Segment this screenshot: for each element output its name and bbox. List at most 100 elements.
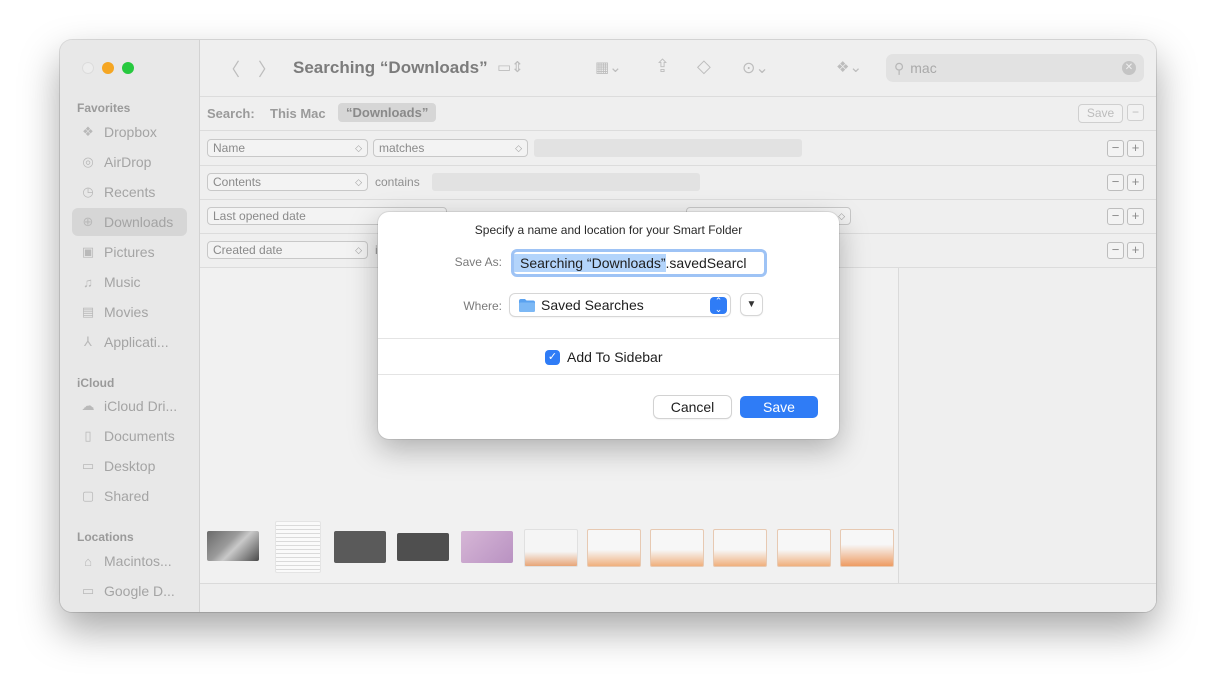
file-thumbnail[interactable] (713, 529, 767, 567)
music-icon: ♫ (83, 274, 93, 290)
criteria-row-buttons: − + (1107, 208, 1144, 225)
sidebar-item-applications[interactable]: ⅄ Applicati... (72, 328, 187, 356)
operator-label: matches (379, 141, 425, 155)
sidebar-item-movies[interactable]: ▤ Movies (72, 298, 187, 326)
search-scope-bar: Search: This Mac “Downloads” Save − (200, 97, 1156, 131)
criteria-row-buttons: − + (1107, 242, 1144, 259)
sidebar: Favorites ❖ Dropbox ◎ AirDrop ◷ Recents … (60, 40, 200, 612)
criteria-value-field[interactable] (534, 139, 802, 157)
chevron-updown-icon: ◇ (515, 143, 522, 153)
sidebar-item-pictures[interactable]: ▣ Pictures (72, 238, 187, 266)
criteria-value-field[interactable] (432, 173, 700, 191)
file-thumbnail[interactable] (275, 521, 321, 573)
sidebar-item-desktop[interactable]: ▭ Desktop (72, 452, 187, 480)
desktop-icon: ▭ (81, 458, 95, 473)
sidebar-item-label: Documents (104, 428, 175, 444)
document-icon: ▯ (84, 428, 92, 443)
minimize-button[interactable] (102, 62, 114, 74)
clock-icon: ◷ (82, 184, 94, 199)
attribute-popup[interactable]: Name ◇ (207, 139, 368, 157)
expand-dialog-button[interactable]: ▼ (741, 294, 762, 315)
sidebar-item-label: AirDrop (104, 154, 152, 170)
sidebar-item-google-drive[interactable]: ▭ Google D... (72, 577, 187, 605)
attribute-label: Name (213, 141, 246, 155)
chevron-updown-icon: ⌃ ⌄ (710, 297, 727, 314)
remove-row-button[interactable]: − (1107, 242, 1124, 259)
remove-row-button[interactable]: − (1107, 174, 1124, 191)
sidebar-item-label: Pictures (104, 244, 155, 260)
save-as-selected-text: Searching “Downloads” (514, 254, 666, 272)
forward-icon[interactable]: 〉 (258, 56, 276, 82)
file-thumbnail[interactable] (840, 529, 894, 567)
back-icon[interactable]: 〈 (222, 56, 240, 82)
sidebar-item-documents[interactable]: ▯ Documents (72, 422, 187, 450)
sidebar-item-dropbox[interactable]: ❖ Dropbox (72, 118, 187, 146)
share-icon[interactable]: ⇪ (655, 56, 670, 77)
favorites-heading: Favorites (77, 101, 131, 115)
save-as-extension-text: .savedSearcl (665, 255, 747, 271)
add-row-button[interactable]: + (1127, 208, 1144, 225)
toolbar: 〈 〉 Searching “Downloads” ▭⇕ ▦⌄ ⇪ ◇ ⊙⌄ ❖… (200, 40, 1156, 97)
sidebar-item-shared[interactable]: ▢ Shared (72, 482, 187, 510)
sidebar-item-airdrop[interactable]: ◎ AirDrop (72, 148, 187, 176)
sidebar-item-music[interactable]: ♫ Music (72, 268, 187, 296)
sidebar-item-macintosh-hd[interactable]: ⌂ Macintos... (72, 547, 187, 575)
add-row-button[interactable]: + (1127, 242, 1144, 259)
remove-row-button[interactable]: − (1107, 140, 1124, 157)
where-label: Where: (463, 299, 502, 313)
download-icon: ⊕ (82, 214, 94, 229)
save-button[interactable]: Save (740, 396, 818, 418)
sidebar-item-label: Downloads (104, 214, 174, 230)
remove-criteria-button[interactable]: − (1127, 104, 1144, 121)
file-thumbnail[interactable] (334, 531, 386, 563)
save-search-button[interactable]: Save (1078, 104, 1123, 123)
operator-popup[interactable]: matches ◇ (373, 139, 528, 157)
where-popup[interactable]: Saved Searches ⌃ ⌄ (510, 294, 730, 316)
more-actions-icon[interactable]: ⊙⌄ (742, 58, 769, 78)
window-controls (82, 62, 134, 74)
chevron-updown-icon: ◇ (838, 211, 845, 221)
add-to-sidebar-row: ✓ Add To Sidebar (545, 349, 662, 365)
sidebar-item-label: Macintos... (104, 553, 172, 569)
icloud-heading: iCloud (77, 376, 115, 390)
divider (378, 338, 839, 339)
sidebar-item-downloads[interactable]: ⊕ Downloads (72, 208, 187, 236)
file-thumbnail[interactable] (207, 531, 259, 561)
add-to-sidebar-checkbox[interactable]: ✓ (545, 349, 560, 365)
attribute-popup[interactable]: Created date ◇ (207, 241, 368, 259)
save-as-input[interactable]: Searching “Downloads” .savedSearcl (511, 249, 767, 277)
file-thumbnail[interactable] (397, 533, 449, 561)
sidebar-item-label: Applicati... (104, 334, 169, 350)
add-row-button[interactable]: + (1127, 140, 1144, 157)
add-row-button[interactable]: + (1127, 174, 1144, 191)
file-thumbnail[interactable] (777, 529, 831, 567)
close-button[interactable] (82, 62, 94, 74)
add-to-sidebar-label: Add To Sidebar (567, 349, 663, 365)
criteria-row: Name ◇ matches ◇ − + (200, 131, 1156, 166)
where-value: Saved Searches (541, 297, 644, 313)
search-input[interactable]: mac (910, 60, 936, 76)
dropbox-toolbar-icon[interactable]: ❖⌄ (836, 58, 862, 76)
view-options-icon[interactable]: ▭⇕ (497, 58, 524, 76)
locations-heading: Locations (77, 530, 134, 544)
sidebar-item-icloud-drive[interactable]: ☁ iCloud Dri... (72, 392, 187, 420)
chevron-updown-icon: ◇ (355, 143, 362, 153)
file-thumbnail[interactable] (650, 529, 704, 567)
folder-icon (519, 298, 535, 312)
chevron-down-icon: ▼ (746, 299, 757, 310)
remove-row-button[interactable]: − (1107, 208, 1124, 225)
sidebar-item-recents[interactable]: ◷ Recents (72, 178, 187, 206)
zoom-button[interactable] (122, 62, 134, 74)
clear-search-icon[interactable]: ✕ (1122, 61, 1136, 75)
file-thumbnail[interactable] (524, 529, 578, 567)
file-thumbnail[interactable] (461, 531, 513, 563)
scope-this-mac[interactable]: This Mac (270, 106, 326, 121)
file-thumbnail[interactable] (587, 529, 641, 567)
group-icon[interactable]: ▦⌄ (595, 58, 622, 76)
tag-icon[interactable]: ◇ (697, 56, 711, 77)
search-field[interactable]: ⚲ mac ✕ (886, 54, 1144, 82)
cancel-button[interactable]: Cancel (654, 396, 731, 418)
attribute-popup[interactable]: Contents ◇ (207, 173, 368, 191)
scope-downloads[interactable]: “Downloads” (338, 103, 437, 122)
movies-icon: ▤ (81, 304, 95, 319)
